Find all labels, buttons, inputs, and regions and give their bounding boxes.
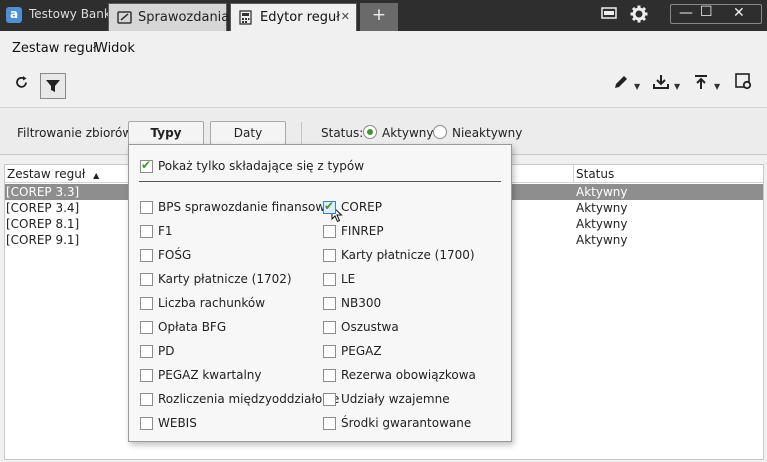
tab-label: Edytor reguł (260, 10, 340, 25)
upload-icon[interactable] (688, 73, 714, 99)
menu-bar: Zestaw reguł Widok (0, 31, 767, 65)
toolbar: ▼ ▼ ▼ (0, 65, 767, 105)
only-composing-checkbox[interactable] (140, 158, 153, 173)
title-bar: a Testowy Bank Sprawozdania Edytor reguł… (0, 0, 767, 31)
type-right-checkbox-label[interactable]: Środki gwarantowane (341, 416, 471, 430)
type-right-checkbox-label[interactable]: Oszustwa (341, 320, 399, 334)
type-right-checkbox[interactable] (323, 249, 336, 262)
type-right-checkbox[interactable] (323, 369, 336, 382)
menu-zestaw-regul[interactable]: Zestaw reguł (12, 41, 97, 56)
type-right-checkbox[interactable] (323, 225, 336, 238)
cell-ruleset: [COREP 3.3] (6, 185, 80, 199)
tab-sprawozdania[interactable]: Sprawozdania (108, 3, 230, 31)
close-tab-icon[interactable]: ✕ (341, 10, 350, 23)
type-left-checkbox[interactable] (140, 297, 153, 310)
status-inactive-radio[interactable] (433, 125, 447, 139)
cell-ruleset: [COREP 8.1] (6, 217, 80, 231)
type-left-checkbox[interactable] (140, 345, 153, 358)
type-left-checkbox-label[interactable]: Opłata BFG (158, 320, 226, 334)
tab-edytor-regul[interactable]: Edytor reguł ✕ (230, 3, 357, 31)
battery-icon[interactable] (601, 7, 617, 23)
column-header-status[interactable]: Status (574, 165, 763, 183)
briefcase-icon (117, 10, 132, 28)
type-right-checkbox-label[interactable]: COREP (341, 200, 382, 214)
gear-icon[interactable] (630, 5, 648, 27)
column-header-label: Zestaw reguł (7, 167, 86, 181)
type-left-checkbox[interactable] (140, 249, 153, 262)
only-composing-label[interactable]: Pokaż tylko składające się z typów (158, 159, 364, 173)
app-logo-icon: a (6, 7, 22, 23)
types-button[interactable]: Typy (128, 121, 204, 145)
type-left-checkbox-label[interactable]: PEGAZ kwartalny (158, 368, 262, 382)
maximize-button[interactable]: ☐ (700, 4, 713, 20)
type-right-checkbox[interactable] (323, 345, 336, 358)
type-left-checkbox-label[interactable]: Karty płatnicze (1702) (158, 272, 292, 286)
dates-button[interactable]: Daty (210, 121, 286, 145)
types-filter-popup: Pokaż tylko składające się z typów BPS s… (128, 144, 512, 442)
type-left-checkbox-label[interactable]: Liczba rachunków (158, 296, 265, 310)
type-right-checkbox-label[interactable]: PEGAZ (341, 344, 382, 358)
type-right-checkbox[interactable] (323, 297, 336, 310)
type-left-checkbox[interactable] (140, 201, 153, 214)
refresh-icon[interactable] (8, 73, 34, 99)
cell-status: Aktywny (576, 185, 628, 199)
calculator-icon (239, 10, 252, 29)
type-right-checkbox[interactable] (323, 199, 336, 214)
type-left-checkbox[interactable] (140, 369, 153, 382)
type-left-checkbox-label[interactable]: F1 (158, 224, 173, 238)
type-left-checkbox[interactable] (140, 225, 153, 238)
type-right-checkbox[interactable] (323, 273, 336, 286)
status-inactive-label[interactable]: Nieaktywny (452, 126, 522, 140)
type-left-checkbox[interactable] (140, 417, 153, 430)
cell-status: Aktywny (576, 233, 628, 247)
close-window-button[interactable]: ✕ (733, 5, 745, 21)
status-active-label[interactable]: Aktywny (382, 126, 434, 140)
app-name: Testowy Bank (29, 7, 111, 21)
type-right-checkbox-label[interactable]: Karty płatnicze (1700) (341, 248, 475, 262)
filter-label: Filtrowanie zbiorów (17, 126, 133, 140)
type-left-checkbox-label[interactable]: BPS sprawozdanie finansowe (158, 200, 333, 214)
download-icon[interactable] (648, 73, 674, 99)
filter-icon[interactable] (40, 73, 66, 99)
chevron-down-icon[interactable]: ▼ (634, 82, 640, 91)
type-right-checkbox[interactable] (323, 321, 336, 334)
edit-pencil-icon[interactable] (608, 73, 634, 99)
cell-ruleset: [COREP 9.1] (6, 233, 80, 247)
minimize-button[interactable]: — (679, 5, 693, 21)
cell-ruleset: [COREP 3.4] (6, 201, 80, 215)
type-right-checkbox-label[interactable]: Udziały wzajemne (341, 392, 450, 406)
chevron-down-icon[interactable]: ▼ (674, 82, 680, 91)
type-left-checkbox-label[interactable]: Rozliczenia międzyoddziałowe (158, 392, 339, 406)
type-right-checkbox-label[interactable]: NB300 (341, 296, 381, 310)
separator (301, 122, 302, 144)
type-right-checkbox-label[interactable]: Rezerwa obowiązkowa (341, 368, 476, 382)
type-left-checkbox[interactable] (140, 273, 153, 286)
type-left-checkbox[interactable] (140, 393, 153, 406)
status-active-radio[interactable] (363, 125, 377, 139)
type-right-checkbox-label[interactable]: LE (341, 272, 355, 286)
status-label: Status: (321, 126, 364, 140)
type-left-checkbox-label[interactable]: FOŚG (158, 248, 191, 262)
cell-status: Aktywny (576, 201, 628, 215)
chevron-down-icon[interactable]: ▼ (714, 82, 720, 91)
menu-widok[interactable]: Widok (95, 41, 135, 56)
type-left-checkbox[interactable] (140, 321, 153, 334)
add-tab-button[interactable]: + (360, 3, 398, 31)
type-right-checkbox-label[interactable]: FINREP (341, 224, 384, 238)
tab-label: Sprawozdania (138, 10, 230, 25)
type-right-checkbox[interactable] (323, 417, 336, 430)
type-right-checkbox[interactable] (323, 393, 336, 406)
sort-ascending-icon: ▲ (93, 171, 100, 180)
settings-window-icon[interactable] (730, 73, 756, 99)
divider (139, 181, 501, 182)
cell-status: Aktywny (576, 217, 628, 231)
type-left-checkbox-label[interactable]: WEBIS (158, 416, 197, 430)
type-left-checkbox-label[interactable]: PD (158, 344, 174, 358)
